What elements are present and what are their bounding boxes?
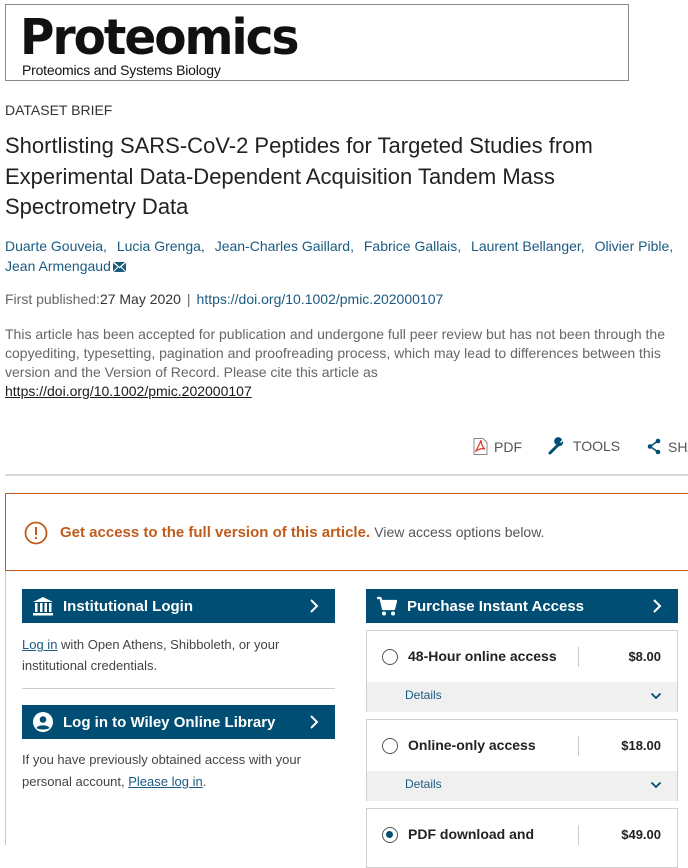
access-message: Get access to the full version of this a… [60, 524, 544, 541]
share-icon [647, 438, 661, 455]
tools-button[interactable]: TOOLS [548, 436, 620, 455]
option-radio[interactable] [382, 649, 398, 665]
option-label: 48-Hour online access [408, 648, 557, 664]
pdf-icon [473, 438, 488, 455]
article-tools: PDF TOOLS SHARE [473, 436, 688, 458]
purchase-access-label: Purchase Instant Access [407, 597, 585, 615]
journal-banner[interactable]: Proteomics Proteomics and Systems Biolog… [5, 4, 629, 81]
institutional-login-link[interactable]: Log in [22, 637, 57, 652]
accepted-notice: This article has been accepted for publi… [5, 325, 685, 401]
envelope-icon[interactable] [112, 262, 126, 272]
option-details-toggle[interactable]: Details [367, 771, 677, 801]
article-type: DATASET BRIEF [5, 102, 113, 118]
chevron-right-icon [653, 599, 662, 613]
details-label: Details [405, 688, 442, 702]
chevron-right-icon [310, 715, 319, 729]
divider [578, 825, 579, 845]
pdf-label: PDF [494, 438, 522, 455]
option-radio[interactable] [382, 738, 398, 754]
cart-icon [377, 596, 398, 616]
share-label: SHARE [667, 438, 688, 455]
pdf-button[interactable]: PDF [473, 438, 522, 455]
notice-doi-link[interactable]: https://doi.org/10.1002/pmic.202000107 [5, 383, 252, 399]
author-link[interactable]: Laurent Bellanger, [471, 238, 585, 254]
tools-label: TOOLS [572, 437, 621, 454]
journal-subtitle: Proteomics and Systems Biology [22, 62, 221, 78]
institution-icon [33, 597, 53, 616]
institutional-login-description: Log in with Open Athens, Shibboleth, or … [22, 634, 322, 676]
info-icon [24, 521, 48, 545]
wrench-icon [548, 437, 564, 455]
wiley-login-button[interactable]: Log in to Wiley Online Library [22, 705, 335, 739]
wiley-login-label: Log in to Wiley Online Library [63, 713, 276, 731]
institutional-login-text: with Open Athens, Shibboleth, or your in… [22, 637, 280, 673]
access-headline: Get access to the full version of this a… [60, 524, 371, 541]
option-price: $49.00 [621, 827, 661, 842]
divider [22, 688, 335, 689]
institutional-login-label: Institutional Login [63, 597, 193, 615]
divider [5, 474, 688, 476]
chevron-down-icon [650, 692, 662, 700]
panel-border [5, 571, 6, 845]
doi-link[interactable]: https://doi.org/10.1002/pmic.202000107 [197, 291, 444, 307]
author-list: Duarte Gouveia, Lucia Grenga, Jean-Charl… [5, 236, 685, 276]
separator: | [186, 291, 191, 307]
purchase-option[interactable]: PDF download and $49.00 [366, 808, 678, 868]
chevron-down-icon [650, 781, 662, 789]
option-radio-selected[interactable] [382, 827, 398, 843]
publication-info: First published:27 May 2020 | https://doi.… [5, 291, 443, 307]
access-subtext: View access options below. [374, 524, 545, 540]
divider [578, 736, 579, 756]
option-price: $8.00 [628, 649, 661, 664]
option-details-toggle[interactable]: Details [367, 682, 677, 712]
journal-logo-name: Proteomics [20, 9, 299, 67]
notice-text: This article has been accepted for publi… [5, 326, 665, 380]
article-title: Shortlisting SARS-CoV-2 Peptides for Tar… [5, 133, 593, 219]
author-link[interactable]: Olivier Pible, [595, 238, 674, 254]
author-link-corresponding[interactable]: Jean Armengaud [5, 258, 111, 274]
first-published-label: First published: [5, 291, 100, 307]
option-label: Online-only access [408, 737, 536, 753]
first-published-date: 27 May 2020 [99, 291, 181, 307]
purchase-access-button[interactable]: Purchase Instant Access [366, 589, 678, 623]
user-icon [33, 712, 53, 732]
author-link[interactable]: Lucia Grenga, [117, 238, 205, 254]
wiley-login-link[interactable]: Please log in [128, 774, 202, 789]
purchase-option[interactable]: Online-only access $18.00 Details [366, 719, 678, 801]
institutional-login-button[interactable]: Institutional Login [22, 589, 335, 623]
divider [578, 647, 579, 667]
purchase-option[interactable]: 48-Hour online access $8.00 Details [366, 630, 678, 712]
author-link[interactable]: Duarte Gouveia, [5, 238, 107, 254]
details-label: Details [405, 777, 442, 791]
chevron-right-icon [310, 599, 319, 613]
author-link[interactable]: Jean-Charles Gaillard, [215, 238, 354, 254]
option-label: PDF download and [408, 826, 534, 842]
option-price: $18.00 [621, 738, 661, 753]
wiley-login-description: If you have previously obtained access w… [22, 749, 332, 793]
share-button[interactable]: SHARE [646, 438, 688, 455]
wiley-login-tail: . [202, 774, 207, 789]
author-link[interactable]: Fabrice Gallais, [364, 238, 461, 254]
